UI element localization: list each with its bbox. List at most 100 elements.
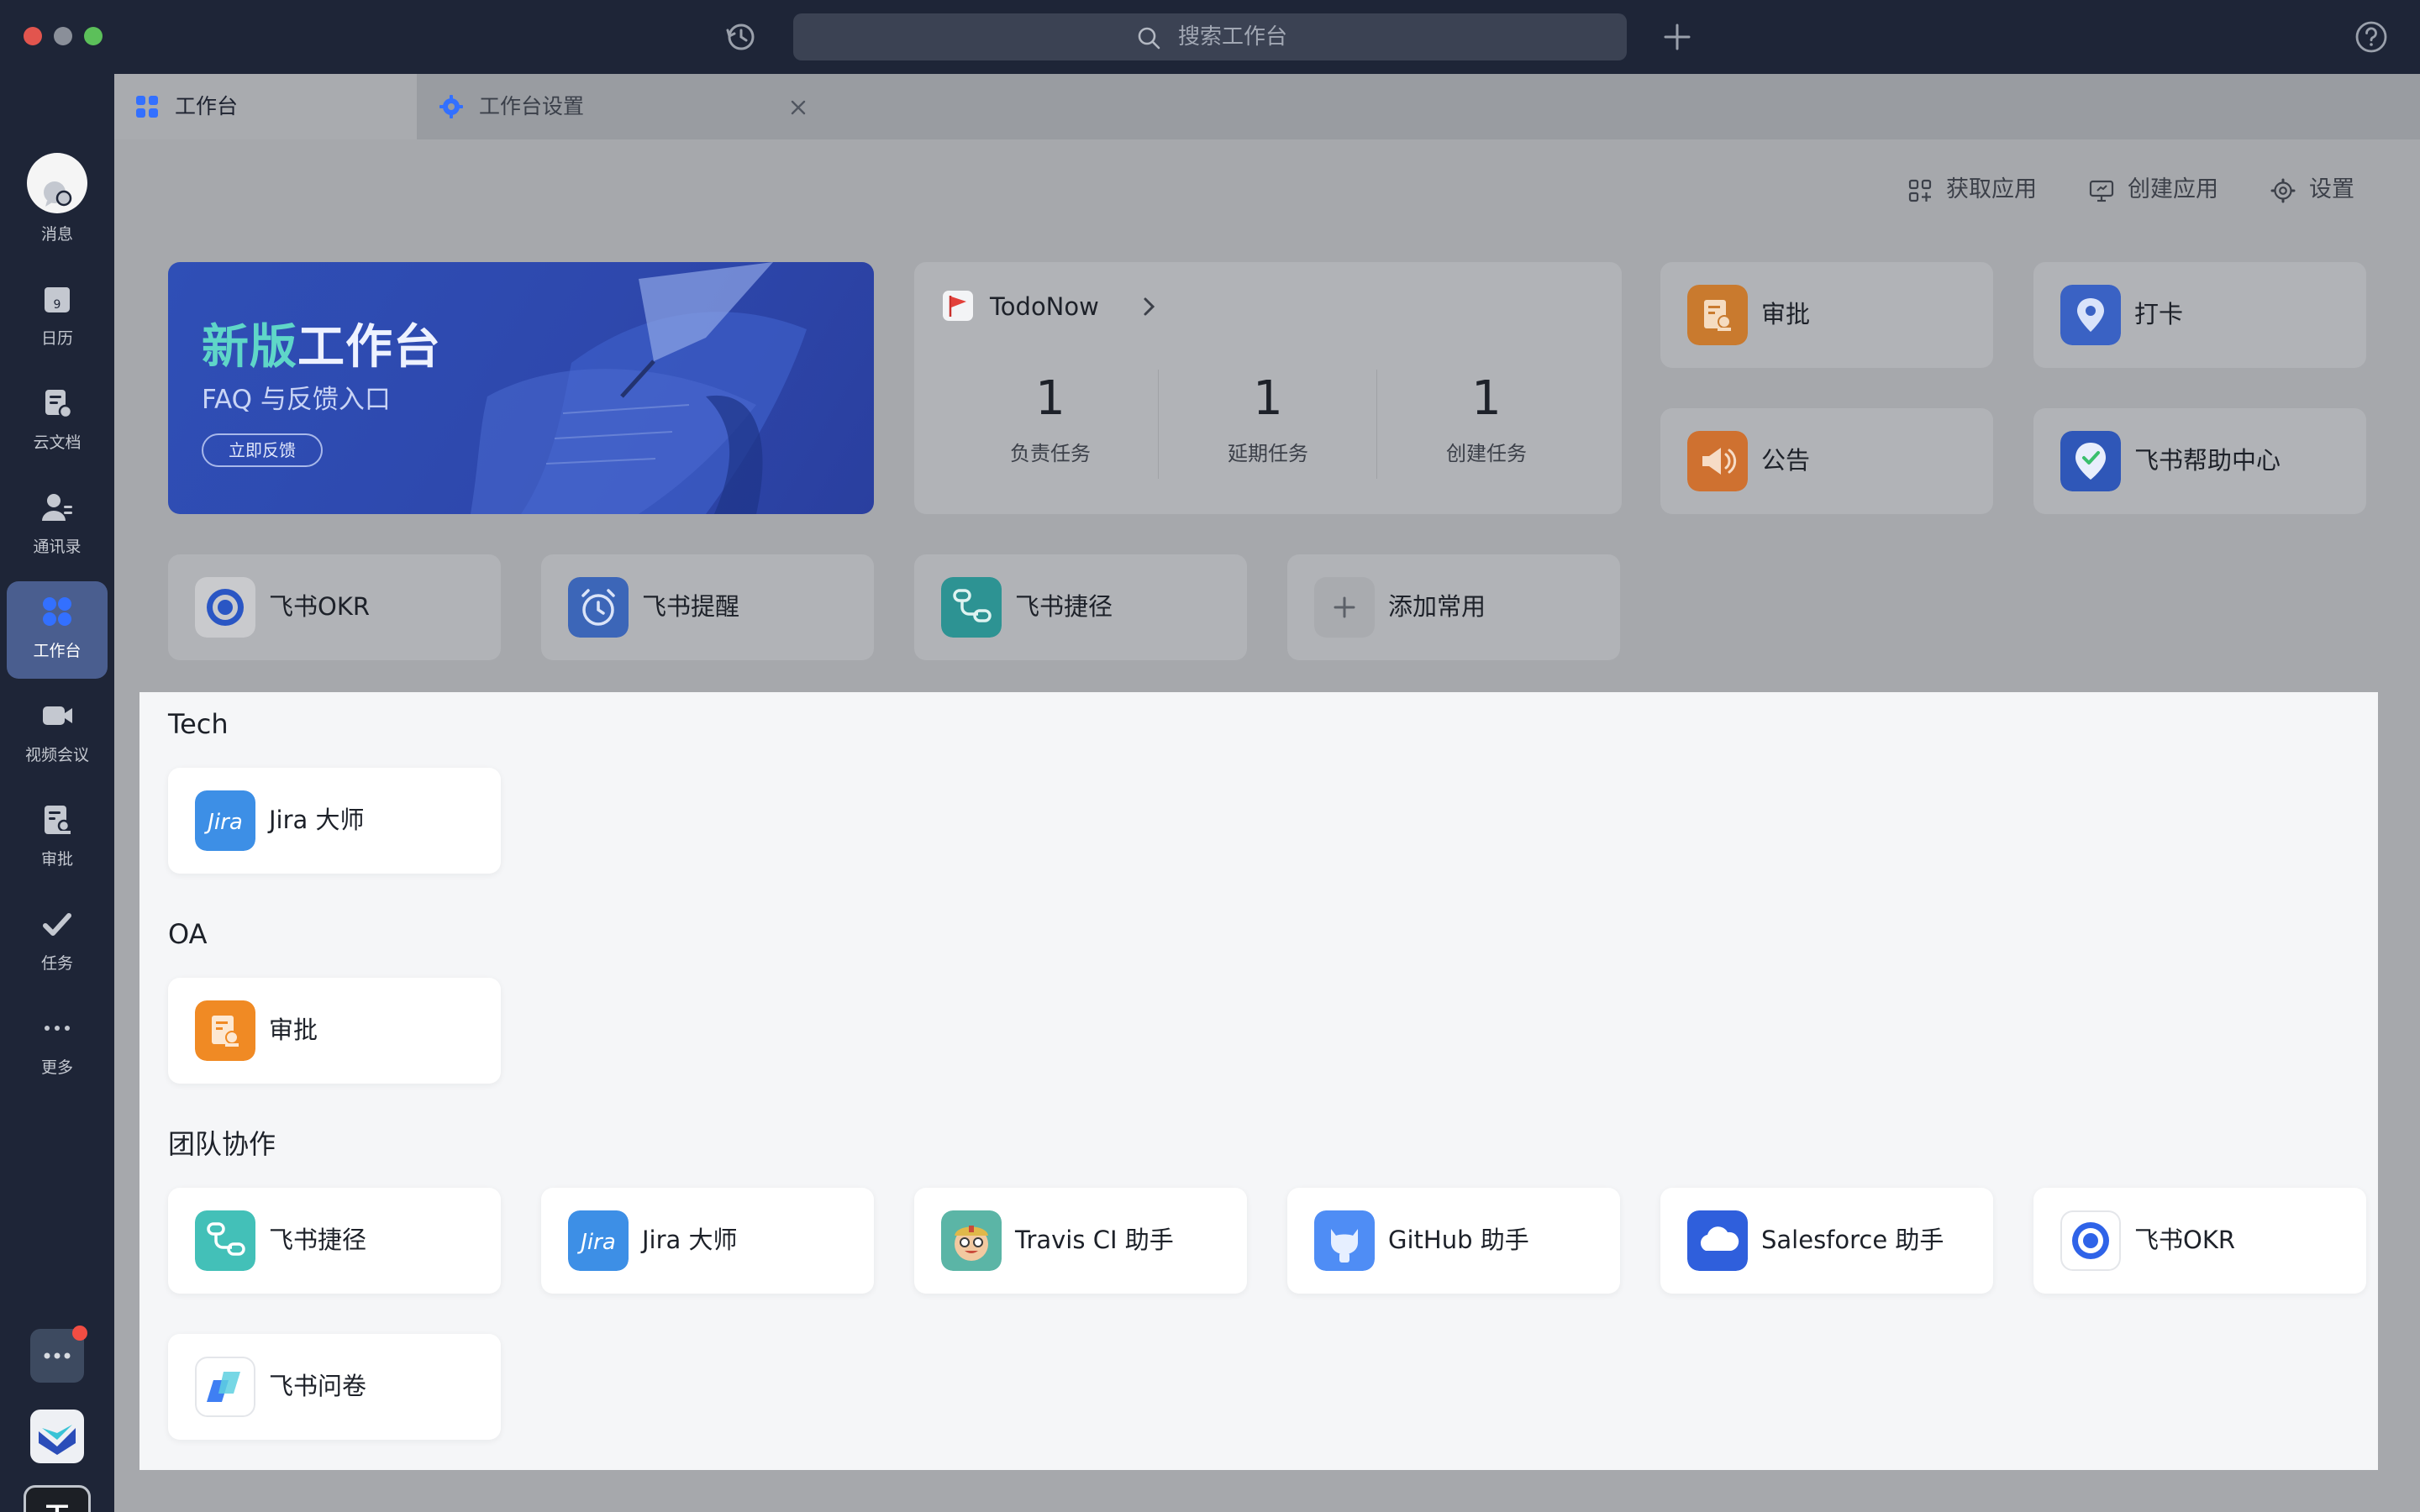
workplace-icon [134,94,160,119]
create-app-button[interactable]: 创建应用 [2089,168,2249,212]
flag-icon [941,289,975,323]
app-name: Jira 大师 [269,806,365,834]
app-card-approval[interactable]: 审批 [1660,262,1993,368]
feedback-button[interactable]: 立即反馈 [202,433,323,467]
minimize-window-button[interactable] [54,27,72,45]
section-title-team: 团队协作 [168,1128,276,1160]
app-card-travis[interactable]: Travis CI 助手 [914,1188,1247,1294]
travis-mascot-icon [941,1210,1002,1271]
get-app-label: 获取应用 [1946,176,2037,202]
app-categories-section: Tech Jira Jira 大师 OA 审批 团队协作 飞书捷径 Jira J [139,692,2378,1470]
app-name: 飞书提醒 [642,592,740,621]
rail-item-calendar[interactable]: 9 日历 [7,269,108,366]
app-card-help-center[interactable]: 飞书帮助中心 [2033,408,2366,514]
app-card-github[interactable]: GitHub 助手 [1287,1188,1620,1294]
app-card-okr[interactable]: 飞书OKR [2033,1188,2366,1294]
todonow-title: TodoNow [990,292,1099,321]
rail-item-more[interactable]: 更多 [7,998,108,1095]
help-icon[interactable] [2353,18,2390,55]
stat-label: 负责任务 [1010,442,1091,465]
app-name: 公告 [1761,446,1811,475]
chat-icon [40,178,74,212]
app-card-approval-oa[interactable]: 审批 [168,978,501,1084]
favorite-shortcut[interactable]: 飞书捷径 [914,554,1247,660]
app-card-survey[interactable]: 飞书问卷 [168,1334,501,1440]
plus-icon[interactable] [1657,17,1697,57]
search-bar[interactable]: 搜索工作台 [793,13,1627,60]
pinned-app-icon[interactable] [30,1410,84,1463]
add-favorite-button[interactable]: 添加常用 [1287,554,1620,660]
app-card-salesforce[interactable]: Salesforce 助手 [1660,1188,1993,1294]
banner-title: 新版工作台 [202,309,441,377]
okr-target-icon [195,577,255,638]
more-apps-button[interactable] [30,1326,87,1383]
rail-item-messages[interactable]: 消息 [7,165,108,262]
task-check-icon [40,907,74,941]
close-icon[interactable] [786,96,810,119]
calendar-icon: 9 [40,282,74,316]
history-icon[interactable] [723,18,760,55]
get-app-button[interactable]: 获取应用 [1907,168,2067,212]
favorite-okr[interactable]: 飞书OKR [168,554,501,660]
app-name: 飞书问卷 [269,1372,367,1400]
rail-label: 云文档 [33,433,82,452]
rail-label: 更多 [40,1058,73,1077]
approval-icon [40,803,74,837]
app-card-jira[interactable]: Jira Jira 大师 [168,768,501,874]
rail-item-docs[interactable]: 云文档 [7,373,108,470]
app-name: 飞书OKR [269,592,370,621]
settings-label: 设置 [2309,176,2354,202]
video-camera-icon [40,699,74,732]
help-center-icon [2060,431,2121,491]
jira-icon: Jira [195,790,255,851]
tab-workplace[interactable]: 工作台 [114,74,417,139]
favorite-reminder[interactable]: 飞书提醒 [541,554,874,660]
megaphone-icon [1687,431,1748,491]
approval-icon [195,1000,255,1061]
user-app-tile[interactable]: T [24,1485,91,1512]
app-card-shortcut[interactable]: 飞书捷径 [168,1188,501,1294]
todo-stat-overdue[interactable]: 1 延期任务 [1159,371,1377,466]
app-name: Jira 大师 [642,1226,738,1254]
rail-item-video-meeting[interactable]: 视频会议 [7,685,108,783]
section-title-tech: Tech [168,708,229,740]
github-icon [1314,1210,1375,1271]
app-name: 打卡 [2134,300,2184,328]
stat-value: 1 [1471,371,1502,426]
gear-icon [2270,178,2296,203]
tab-strip: 工作台 工作台设置 [114,74,2420,139]
app-card-jira-team[interactable]: Jira Jira 大师 [541,1188,874,1294]
todo-stat-created[interactable]: 1 创建任务 [1377,371,1596,466]
rail-item-workplace[interactable]: 工作台 [7,581,108,679]
jira-icon-text: Jira [576,1230,616,1255]
location-pin-icon [2060,285,2121,345]
rail-label: 日历 [40,329,73,348]
zoom-window-button[interactable] [84,27,103,45]
app-card-checkin[interactable]: 打卡 [2033,262,2366,368]
banner-subtitle: FAQ 与反馈入口 [202,385,391,415]
app-name: Travis CI 助手 [1015,1226,1174,1254]
rail-label: 工作台 [33,642,82,660]
stat-label: 创建任务 [1446,442,1527,465]
section-title-oa: OA [168,918,208,950]
rail-label: 任务 [40,954,73,973]
todonow-card[interactable]: TodoNow 1 负责任务 1 延期任务 1 创建任务 [914,262,1622,514]
search-icon [1136,25,1161,50]
app-name: 添加常用 [1388,592,1486,621]
todo-stat-owned[interactable]: 1 负责任务 [941,371,1160,466]
docs-icon [40,386,74,420]
close-window-button[interactable] [24,27,42,45]
settings-button[interactable]: 设置 [2270,168,2380,212]
tab-label: 工作台 [175,94,239,118]
stat-value: 1 [1253,371,1283,426]
new-workplace-banner[interactable]: 新版工作台 FAQ 与反馈入口 立即反馈 [168,262,874,514]
app-card-announcement[interactable]: 公告 [1660,408,1993,514]
rail-label: 视频会议 [24,746,89,764]
rail-item-approval[interactable]: 审批 [7,790,108,887]
rail-item-contacts[interactable]: 通讯录 [7,477,108,575]
create-app-label: 创建应用 [2128,176,2218,202]
contacts-icon [40,491,74,524]
tab-workplace-settings[interactable]: 工作台设置 [418,74,830,139]
shortcut-icon [195,1210,255,1271]
rail-item-tasks[interactable]: 任务 [7,894,108,991]
